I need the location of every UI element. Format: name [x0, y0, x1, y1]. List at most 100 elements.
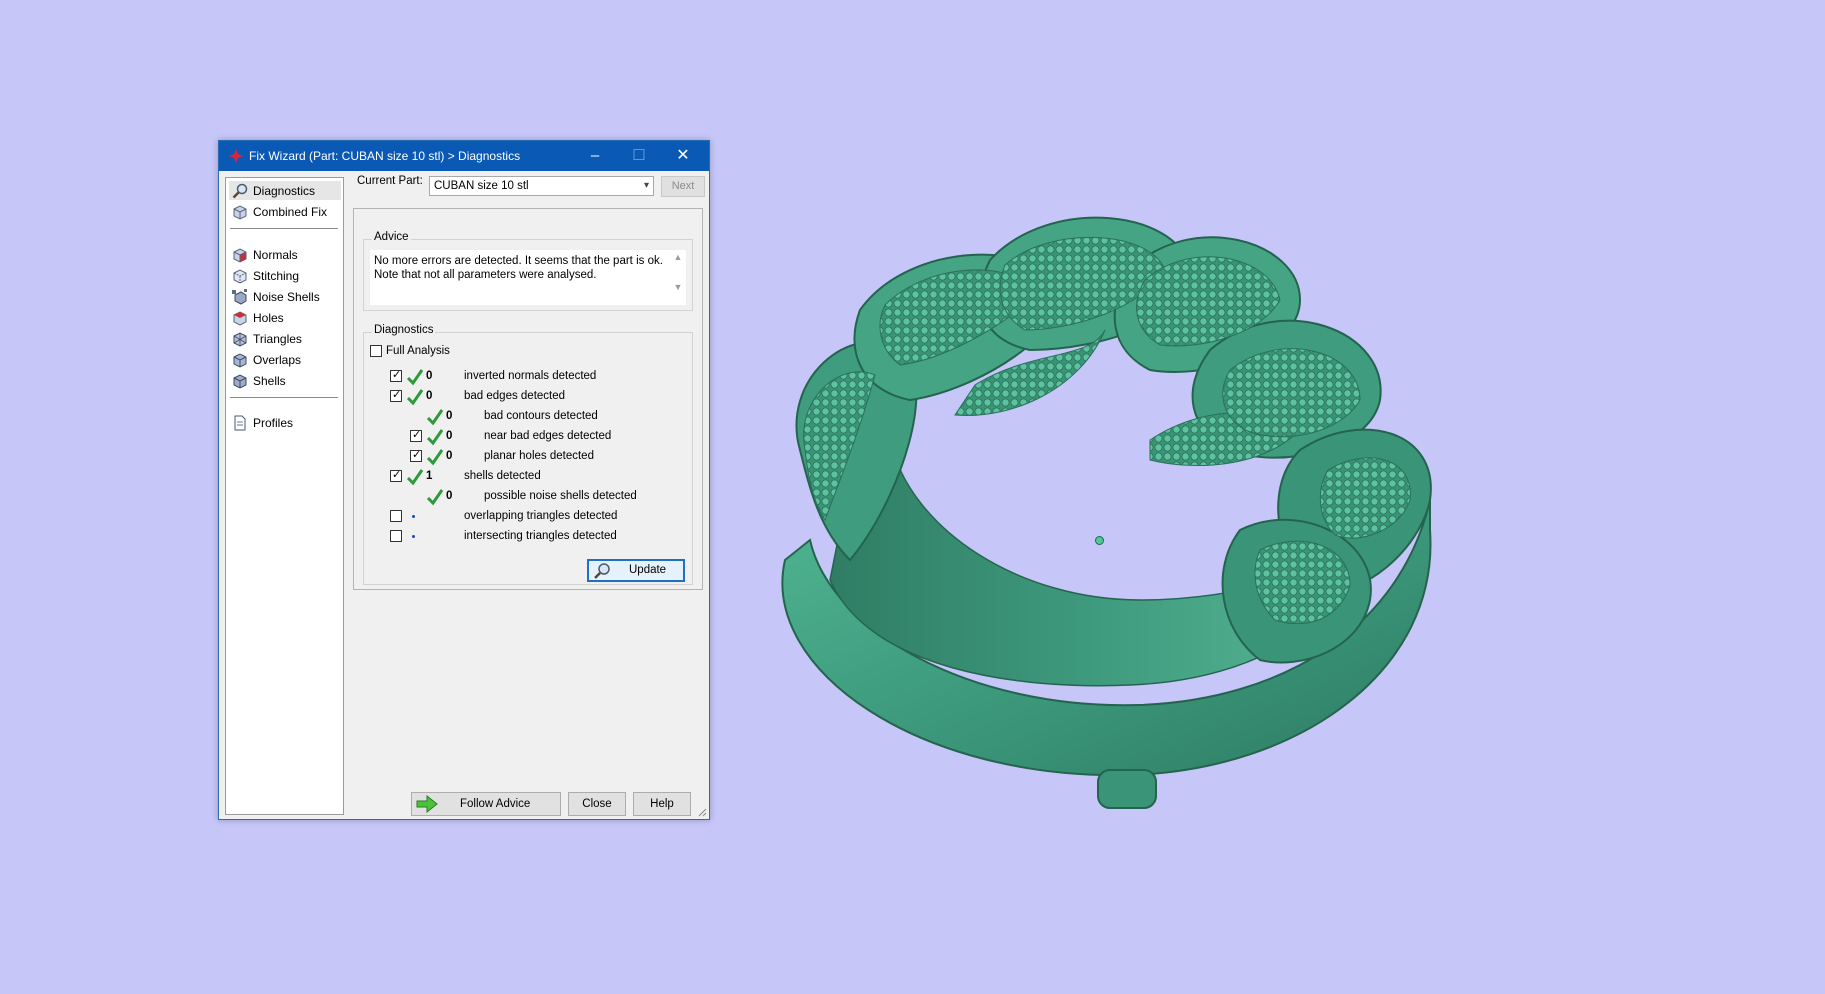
magnifier-icon	[232, 183, 248, 199]
check-mark: ✓	[392, 369, 402, 381]
nav-item-stitching[interactable]: Stitching	[229, 266, 341, 285]
sprue	[1097, 769, 1157, 809]
diagnostic-row: 0 bad contours detected	[370, 408, 690, 426]
diagnostic-row: ✓ 0 planar holes detected	[370, 448, 690, 466]
pending-dot-icon	[412, 535, 415, 538]
nav-item-shells[interactable]: Shells	[229, 371, 341, 390]
nav-item-noise-shells[interactable]: Noise Shells	[229, 287, 341, 306]
nav-label: Profiles	[253, 416, 294, 430]
pending-dot-icon	[412, 515, 415, 518]
advice-textbox[interactable]: No more errors are detected. It seems th…	[370, 250, 686, 305]
diagnostic-row: ✓ 1 shells detected	[370, 468, 690, 486]
check-mark: ✓	[392, 389, 402, 401]
green-check-icon	[406, 469, 424, 486]
nav-label: Noise Shells	[253, 290, 320, 304]
row-checkbox[interactable]	[390, 510, 402, 522]
row-label: shells detected	[464, 470, 541, 482]
check-mark: ✓	[412, 449, 422, 461]
diagnostic-row: 0 possible noise shells detected	[370, 488, 690, 506]
nav-item-normals[interactable]: Normals	[229, 245, 341, 264]
follow-advice-label: Follow Advice	[460, 798, 531, 810]
diagnostic-row: ✓ 0 bad edges detected	[370, 388, 690, 406]
row-checkbox[interactable]: ✓	[390, 369, 402, 382]
diagnostic-row: ✓ 0 inverted normals detected	[370, 368, 690, 386]
magnifier-icon	[594, 563, 610, 579]
nav-item-triangles[interactable]: Triangles	[229, 329, 341, 348]
normals-cube-icon	[233, 248, 247, 263]
holes-cube-icon	[233, 311, 247, 326]
green-check-icon	[426, 449, 444, 466]
cube-icon	[233, 205, 247, 220]
row-checkbox[interactable]	[390, 530, 402, 542]
green-check-icon	[406, 389, 424, 406]
nav-label: Holes	[253, 311, 284, 325]
nav-label: Stitching	[253, 269, 300, 283]
nav-item-holes[interactable]: Holes	[229, 308, 341, 327]
row-checkbox[interactable]: ✓	[390, 469, 402, 482]
full-analysis-row: Full Analysis	[370, 343, 690, 361]
diagnostics-group: Diagnostics Full Analysis ✓ 0 inverted n…	[363, 324, 693, 585]
nav-divider	[230, 397, 338, 398]
advice-text: No more errors are detected. It seems th…	[374, 255, 663, 281]
current-part-select[interactable]: CUBAN size 10 stl ▾	[429, 176, 654, 196]
title-bar[interactable]: Fix Wizard (Part: CUBAN size 10 stl) > D…	[219, 141, 709, 171]
row-count: 0	[446, 410, 453, 422]
update-button[interactable]: Update	[587, 559, 685, 582]
row-checkbox[interactable]: ✓	[390, 389, 402, 402]
diagnostic-row: ✓ 0 near bad edges detected	[370, 428, 690, 446]
row-count: 1	[426, 470, 433, 482]
green-check-icon	[406, 369, 424, 386]
update-label: Update	[629, 564, 667, 576]
nav-label: Overlaps	[253, 353, 302, 367]
close-button[interactable]: Close	[568, 792, 626, 816]
diagnostics-panel: Advice No more errors are detected. It s…	[353, 208, 703, 590]
row-label: inverted normals detected	[464, 370, 597, 382]
nav-item-overlaps[interactable]: Overlaps	[229, 350, 341, 369]
check-mark: ✓	[412, 429, 422, 441]
row-checkbox[interactable]: ✓	[410, 429, 422, 442]
advice-scrollbar[interactable]: ▲ ▼	[672, 252, 684, 302]
ring-model	[781, 216, 1432, 809]
diagnostics-title: Diagnostics	[372, 324, 436, 336]
nav-item-combined-fix[interactable]: Combined Fix	[229, 202, 341, 221]
row-count: 0	[446, 490, 453, 502]
row-count: 0	[446, 430, 453, 442]
row-count: 0	[426, 370, 433, 382]
wizard-nav: Diagnostics Combined Fix Normals Stitchi…	[225, 177, 344, 815]
green-check-icon	[426, 429, 444, 446]
diagnostic-row: intersecting triangles detected	[370, 528, 690, 546]
maximize-button[interactable]: ☐	[617, 141, 661, 171]
arrow-right-icon	[416, 795, 438, 813]
resize-grip-icon[interactable]	[697, 807, 707, 817]
window-title: Fix Wizard (Part: CUBAN size 10 stl) > D…	[249, 149, 521, 163]
next-button[interactable]: Next	[661, 176, 705, 197]
noise-shells-icon	[232, 289, 247, 305]
nav-item-profiles[interactable]: Profiles	[229, 413, 341, 432]
full-analysis-label: Full Analysis	[386, 345, 450, 357]
full-analysis-checkbox[interactable]	[370, 345, 382, 357]
advice-group: Advice No more errors are detected. It s…	[363, 231, 693, 311]
row-label: possible noise shells detected	[484, 490, 637, 502]
green-check-icon	[426, 409, 444, 426]
row-label: near bad edges detected	[484, 430, 612, 442]
row-label: overlapping triangles detected	[464, 510, 618, 522]
rotation-center-marker	[1095, 536, 1104, 545]
minimize-button[interactable]: –	[573, 141, 617, 171]
row-count: 0	[426, 390, 433, 402]
triangles-cube-icon	[233, 332, 247, 347]
advice-title: Advice	[372, 231, 411, 243]
row-label: bad edges detected	[464, 390, 566, 402]
close-window-button[interactable]: ✕	[661, 141, 705, 171]
nav-label: Normals	[253, 248, 298, 262]
nav-label: Diagnostics	[253, 184, 316, 198]
current-part-value: CUBAN size 10 stl	[434, 180, 529, 192]
row-label: planar holes detected	[484, 450, 594, 462]
row-checkbox[interactable]: ✓	[410, 449, 422, 462]
nav-item-diagnostics[interactable]: Diagnostics	[229, 181, 341, 200]
document-icon	[234, 415, 246, 431]
row-label: intersecting triangles detected	[464, 530, 617, 542]
app-icon	[229, 149, 243, 163]
row-label: bad contours detected	[484, 410, 598, 422]
follow-advice-button[interactable]: Follow Advice	[411, 792, 561, 816]
help-button[interactable]: Help	[633, 792, 691, 816]
